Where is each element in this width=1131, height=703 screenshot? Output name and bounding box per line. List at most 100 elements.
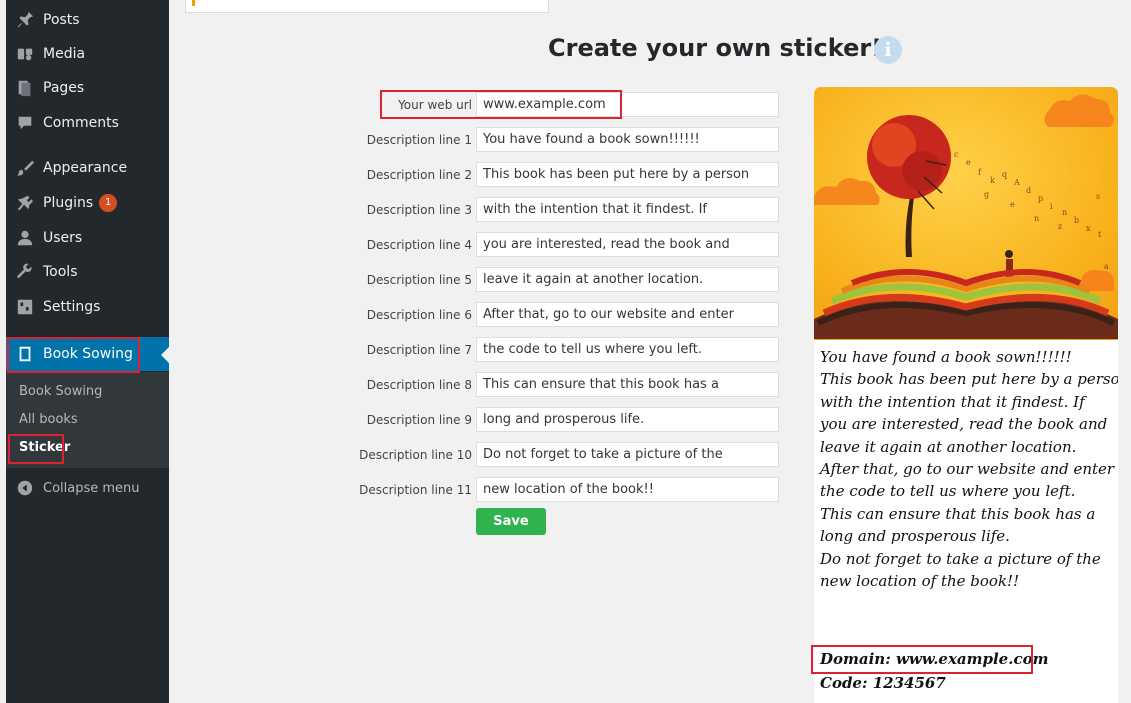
- plugin-icon: [15, 193, 35, 213]
- menu-label: Posts: [43, 12, 80, 28]
- sticker-line: After that, go to our website and enter: [820, 460, 1115, 478]
- comment-icon: [15, 113, 35, 133]
- svg-text:A: A: [1013, 178, 1020, 187]
- description-label: Description line 8: [366, 378, 472, 392]
- svg-text:b: b: [1074, 216, 1079, 225]
- sticker-line: you are interested, read the book and: [820, 415, 1108, 434]
- admin-sidebar: Posts Media Pages Comments Appearance Pl…: [6, 0, 169, 703]
- svg-text:e: e: [966, 158, 971, 167]
- description-label: Description line 5: [366, 273, 472, 287]
- menu-label: Book Sowing: [43, 346, 133, 362]
- url-label: Your web url: [398, 98, 472, 112]
- svg-text:k: k: [990, 176, 995, 185]
- page-title: Create your own sticker!!: [548, 34, 894, 62]
- sticker-line: leave it again at another location.: [820, 437, 1077, 456]
- svg-text:i: i: [1050, 202, 1053, 211]
- description-label: Description line 9: [366, 413, 472, 427]
- top-search-field[interactable]: [185, 0, 549, 13]
- menu-label: Tools: [43, 264, 78, 280]
- media-icon: [15, 44, 35, 64]
- description-input[interactable]: After that, go to our website and enter: [476, 302, 779, 327]
- svg-text:c: c: [954, 150, 959, 159]
- users-icon: [15, 228, 35, 248]
- sticker-line: with the intention that it findest. If: [820, 392, 1085, 411]
- menu-item-posts[interactable]: Posts: [6, 3, 169, 37]
- collapse-menu-button[interactable]: Collapse menu: [6, 471, 169, 505]
- book-icon: [15, 344, 35, 364]
- menu-item-book-sowing[interactable]: Book Sowing: [6, 337, 169, 371]
- submenu-item-sticker[interactable]: Sticker: [19, 440, 70, 455]
- submenu-item-all-books[interactable]: All books: [19, 412, 78, 427]
- book-sowing-submenu: Book Sowing All books Sticker: [6, 372, 169, 468]
- description-input[interactable]: This book has been put here by a person: [476, 162, 779, 187]
- svg-text:n: n: [1062, 208, 1067, 217]
- description-label: Description line 3: [366, 203, 472, 217]
- svg-text:q: q: [1002, 170, 1007, 179]
- wrench-icon: [15, 262, 35, 282]
- description-input[interactable]: You have found a book sown!!!!!!: [476, 127, 779, 152]
- description-label: Description line 11: [359, 483, 472, 497]
- brush-icon: [15, 158, 35, 178]
- menu-item-settings[interactable]: Settings: [6, 290, 169, 324]
- info-icon[interactable]: i: [874, 36, 902, 64]
- menu-label: Comments: [43, 115, 119, 131]
- menu-label: Users: [43, 230, 83, 246]
- submenu-item-book-sowing[interactable]: Book Sowing: [19, 384, 102, 399]
- description-label: Description line 7: [366, 343, 472, 357]
- save-button[interactable]: Save: [476, 508, 546, 535]
- description-input[interactable]: new location of the book!!: [476, 477, 779, 502]
- description-input[interactable]: the code to tell us where you left.: [476, 337, 779, 362]
- svg-text:x: x: [1086, 224, 1091, 233]
- svg-text:z: z: [1058, 222, 1062, 231]
- sticker-code: Code: 1234567: [820, 674, 946, 692]
- svg-text:g: g: [984, 190, 989, 199]
- sticker-line: Do not forget to take a picture of the: [820, 549, 1101, 568]
- description-input[interactable]: you are interested, read the book and: [476, 232, 779, 257]
- url-input[interactable]: www.example.com: [476, 92, 779, 117]
- update-count-badge: 1: [99, 194, 118, 212]
- svg-text:n: n: [1034, 214, 1039, 223]
- description-input[interactable]: Do not forget to take a picture of the: [476, 442, 779, 467]
- menu-label: Media: [43, 46, 86, 62]
- menu-item-tools[interactable]: Tools: [6, 255, 169, 289]
- menu-item-appearance[interactable]: Appearance: [6, 151, 169, 185]
- menu-item-pages[interactable]: Pages: [6, 71, 169, 105]
- sticker-preview: cefkqAdpinbxtgenzsa You have found a boo…: [814, 87, 1118, 703]
- svg-text:p: p: [1038, 194, 1043, 203]
- description-input[interactable]: long and prosperous life.: [476, 407, 779, 432]
- svg-text:s: s: [1096, 192, 1100, 201]
- pages-icon: [15, 78, 35, 98]
- menu-item-plugins[interactable]: Plugins 1: [6, 186, 169, 220]
- menu-label: Plugins: [43, 195, 94, 211]
- sticker-line: You have found a book sown!!!!!!: [820, 348, 1072, 366]
- sticker-line: This book has been put here by a person: [820, 370, 1118, 389]
- cursor-marker: [192, 0, 195, 6]
- description-label: Description line 4: [366, 238, 472, 252]
- current-arrow: [161, 347, 169, 363]
- description-label: Description line 2: [366, 168, 472, 182]
- collapse-icon: [15, 478, 35, 498]
- svg-text:a: a: [1104, 262, 1109, 271]
- description-label: Description line 1: [366, 133, 472, 147]
- sticker-line: the code to tell us where you left.: [820, 482, 1076, 501]
- menu-label: Settings: [43, 299, 101, 315]
- sticker-illustration: cefkqAdpinbxtgenzsa: [814, 87, 1118, 340]
- menu-item-comments[interactable]: Comments: [6, 106, 169, 140]
- description-input[interactable]: leave it again at another location.: [476, 267, 779, 292]
- description-input[interactable]: with the intention that it findest. If: [476, 197, 779, 222]
- sticker-domain: Domain: www.example.com: [820, 650, 1049, 668]
- sticker-line: long and prosperous life.: [820, 527, 1010, 546]
- description-input[interactable]: This can ensure that this book has a: [476, 372, 779, 397]
- collapse-label: Collapse menu: [43, 480, 140, 496]
- menu-label: Pages: [43, 80, 85, 96]
- svg-text:d: d: [1026, 186, 1031, 195]
- menu-item-users[interactable]: Users: [6, 221, 169, 255]
- sticker-line: new location of the book!!: [820, 572, 1020, 590]
- description-label: Description line 6: [366, 308, 472, 322]
- sticker-line: This can ensure that this book has a: [820, 504, 1096, 523]
- menu-item-media[interactable]: Media: [6, 37, 169, 71]
- description-label: Description line 10: [359, 448, 472, 462]
- menu-label: Appearance: [43, 160, 128, 176]
- pin-icon: [15, 10, 35, 30]
- settings-icon: [15, 297, 35, 317]
